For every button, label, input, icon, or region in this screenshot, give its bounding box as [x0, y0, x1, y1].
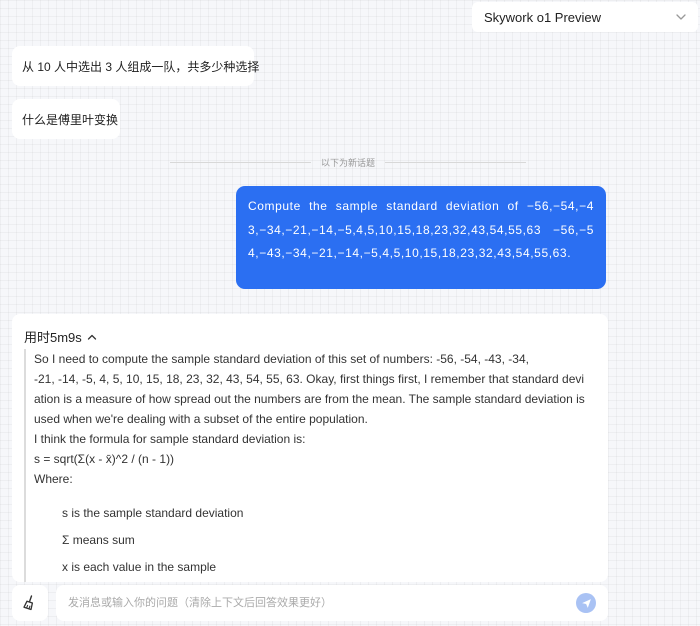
definition-item: x is each value in the sample [62, 560, 217, 574]
elapsed-time-label: 用时5m9s [24, 330, 82, 345]
thinking-time-toggle[interactable]: 用时5m9s [24, 327, 98, 346]
formula: s = sqrt(Σ(x - x̄)^2 / (n - 1)) [34, 452, 175, 466]
definition-item: s is the sample standard deviation [62, 506, 244, 520]
message-input[interactable] [66, 596, 576, 610]
model-selector[interactable]: Skywork o1 Preview [472, 2, 698, 32]
thought-paragraph-1-line-1: So I need to compute the sample standard… [34, 352, 529, 366]
assistant-answer-card: 用时5m9s So I need to compute the sample s… [12, 314, 608, 582]
divider-text: 以下为新话题 [321, 157, 376, 168]
send-icon [581, 598, 591, 608]
message-composer [56, 585, 608, 621]
new-topic-divider: 以下为新话题 [170, 155, 527, 169]
send-button[interactable] [576, 593, 596, 613]
thought-paragraph-2: I think the formula for sample standard … [34, 432, 306, 446]
history-question-1: 从 10 人中选出 3 人组成一队，共多少种选择 [12, 46, 259, 86]
current-user-question: Compute the sample standard deviation of… [236, 186, 606, 289]
history-question-2: 什么是傅里叶变换 [12, 99, 120, 139]
chevron-down-icon [676, 14, 686, 20]
clear-context-button[interactable] [12, 585, 48, 621]
broom-icon [23, 595, 34, 611]
history-question-text: 什么是傅里叶变换 [22, 112, 119, 127]
definition-item: Σ means sum [62, 533, 135, 547]
thought-paragraph-1: -21, -14, -5, 4, 5, 10, 15, 18, 23, 32, … [34, 372, 585, 426]
model-selector-label: Skywork o1 Preview [484, 9, 602, 25]
divider-line-left [170, 161, 311, 163]
thought-process: So I need to compute the sample standard… [24, 349, 590, 582]
chevron-up-icon [87, 334, 96, 340]
divider-line-right [385, 161, 527, 163]
history-question-text: 从 10 人中选出 3 人组成一队，共多少种选择 [22, 59, 260, 74]
where-label: Where: [34, 472, 73, 486]
current-question-text: Compute the sample standard deviation of… [248, 199, 594, 260]
